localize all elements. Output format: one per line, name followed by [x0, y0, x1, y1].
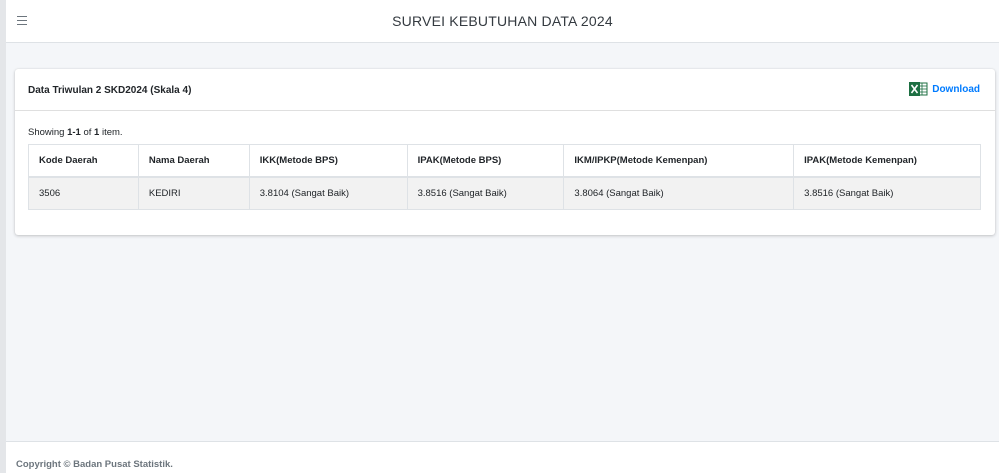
cell-ipak-bps: 3.8516 (Sangat Baik) — [406, 176, 565, 210]
data-card: Data Triwulan 2 SKD2024 (Skala 4) Downlo… — [15, 69, 995, 235]
cell-ikk-bps: 3.8104 (Sangat Baik) — [248, 176, 408, 210]
page-title: SURVEI KEBUTUHAN DATA 2024 — [392, 13, 613, 29]
download-label: Download — [932, 83, 980, 95]
cell-ipak-kemenpan: 3.8516 (Sangat Baik) — [793, 176, 981, 210]
card-title: Data Triwulan 2 SKD2024 (Skala 4) — [28, 85, 192, 96]
column-header-ikm-kemenpan[interactable]: IKM/IPKP(Metode Kemenpan) — [563, 144, 795, 178]
cell-ikm-kemenpan: 3.8064 (Sangat Baik) — [563, 176, 795, 210]
cell-nama-daerah: KEDIRI — [137, 176, 250, 210]
table-summary: Showing 1-1 of 1 item. — [28, 127, 123, 138]
data-table: Kode Daerah Nama Daerah IKK(Metode BPS) … — [28, 144, 981, 210]
footer: Copyright © Badan Pusat Statistik. — [6, 441, 999, 473]
excel-icon — [909, 81, 928, 97]
table-row: 3506 KEDIRI 3.8104 (Sangat Baik) 3.8516 … — [28, 176, 981, 210]
column-header-ipak-bps[interactable]: IPAK(Metode BPS) — [406, 144, 565, 178]
left-sidebar-strip — [0, 0, 6, 473]
top-navbar: SURVEI KEBUTUHAN DATA 2024 — [6, 0, 999, 43]
column-header-ikk-bps[interactable]: IKK(Metode BPS) — [248, 144, 408, 178]
column-header-kode-daerah[interactable]: Kode Daerah — [28, 144, 139, 178]
cell-kode-daerah: 3506 — [28, 176, 139, 210]
column-header-nama-daerah[interactable]: Nama Daerah — [137, 144, 250, 178]
column-header-ipak-kemenpan[interactable]: IPAK(Metode Kemenpan) — [793, 144, 981, 178]
table-header-row: Kode Daerah Nama Daerah IKK(Metode BPS) … — [28, 144, 981, 178]
card-header: Data Triwulan 2 SKD2024 (Skala 4) Downlo… — [15, 69, 995, 111]
copyright-text: Copyright © Badan Pusat Statistik. — [16, 459, 173, 470]
download-button[interactable]: Download — [909, 80, 980, 98]
